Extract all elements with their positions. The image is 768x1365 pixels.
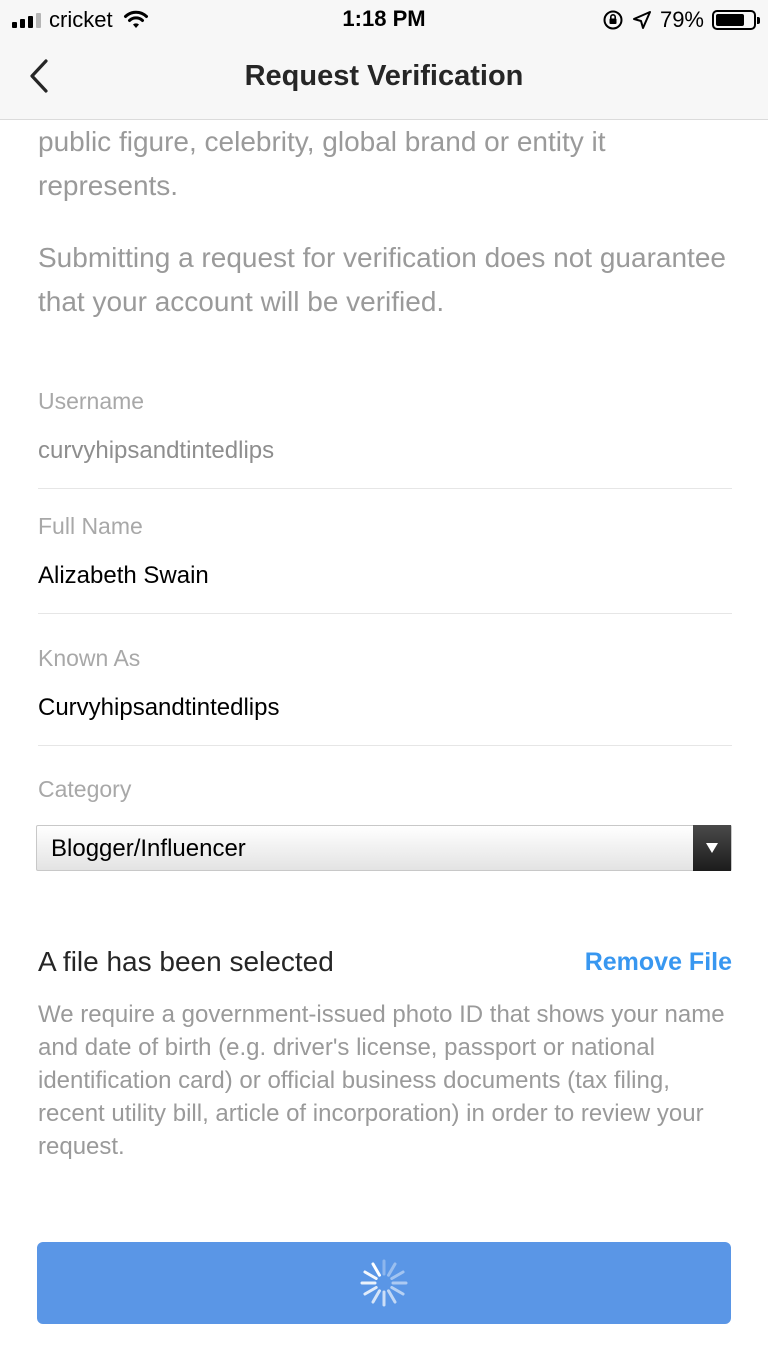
status-right: 79% (602, 7, 760, 33)
spinner-tick (371, 1289, 381, 1304)
category-field: Category (38, 776, 732, 803)
category-selected-value: Blogger/Influencer (51, 835, 246, 862)
known-as-label: Known As (38, 645, 141, 671)
rotation-lock-icon (603, 10, 623, 30)
battery-percent: 79% (659, 7, 704, 32)
full-name-label: Full Name (38, 513, 143, 539)
category-select[interactable]: Blogger/Influencer (36, 825, 732, 871)
spinner-tick (363, 1270, 378, 1280)
intro-paragraph: public figure, celebrity, global brand o… (38, 126, 606, 201)
username-field: Username curvyhipsandtintedlips (38, 388, 732, 489)
page-title: Request Verification (244, 60, 524, 92)
battery-icon (712, 10, 760, 30)
full-name-field: Full Name Alizabeth Swain (38, 513, 732, 614)
location-arrow-icon (632, 11, 651, 29)
navigation-bar: Request Verification (0, 40, 768, 120)
full-name-input[interactable]: Alizabeth Swain (38, 562, 732, 614)
submit-button[interactable] (37, 1242, 731, 1324)
file-status: A file has been selected (38, 946, 334, 977)
known-as-field: Known As Curvyhipsandtintedlips (38, 645, 732, 746)
triangle-down-icon (706, 843, 718, 853)
category-label: Category (38, 776, 132, 802)
intro-section: public figure, celebrity, global brand o… (38, 120, 732, 324)
dropdown-arrow[interactable] (693, 825, 731, 871)
status-bar: cricket 1:18 PM 79% (0, 0, 768, 40)
verification-disclaimer: Submitting a request for verification do… (38, 242, 726, 317)
spinner-icon (360, 1259, 408, 1307)
file-help-text: We require a government-issued photo ID … (38, 1001, 725, 1160)
spinner-tick (390, 1286, 405, 1296)
spinner-tick (371, 1262, 381, 1277)
spinner-tick (363, 1286, 378, 1296)
battery-fill (716, 14, 745, 26)
file-row: A file has been selected Remove File (38, 946, 732, 982)
remove-file-link[interactable]: Remove File (585, 948, 732, 977)
spinner-tick (387, 1262, 397, 1277)
known-as-input[interactable]: Curvyhipsandtintedlips (38, 694, 732, 746)
username-label: Username (38, 388, 145, 414)
username-value: curvyhipsandtintedlips (38, 437, 732, 489)
spinner-tick (390, 1270, 405, 1280)
spinner-tick (387, 1289, 397, 1304)
